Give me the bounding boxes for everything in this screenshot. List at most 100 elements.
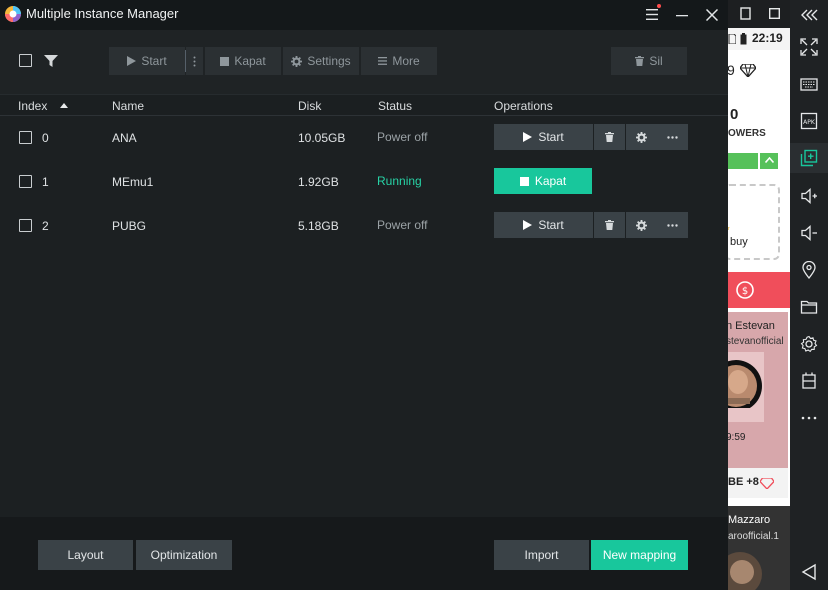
instance-more-button[interactable] — [657, 212, 688, 238]
row-name: MEmu1 — [112, 175, 154, 189]
header-status: Status — [378, 99, 413, 113]
emulator-title-bar — [728, 0, 790, 28]
screenshot-button[interactable] — [790, 366, 828, 396]
app-logo-icon — [5, 6, 21, 22]
minimize-button[interactable] — [671, 4, 693, 26]
profile-time: 9:59 — [728, 432, 746, 443]
profile-handle: stevanofficial — [728, 336, 784, 347]
crop-icon — [802, 372, 816, 389]
row-checkbox[interactable] — [19, 175, 32, 188]
avatar — [728, 552, 762, 590]
profile-footer: BE +8 — [728, 468, 788, 498]
row-checkbox[interactable] — [19, 219, 32, 232]
avatar — [728, 360, 762, 408]
play-icon — [127, 56, 137, 66]
row-status: Power off — [377, 218, 428, 232]
followers-count: 0 — [730, 106, 739, 123]
delete-button[interactable]: Sil — [611, 47, 687, 75]
coin-icon: $ — [736, 281, 754, 299]
profile-card[interactable]: Mazzaro aroofficial.1 — [728, 506, 790, 590]
filter-icon[interactable] — [44, 55, 58, 67]
profile-handle: aroofficial.1 — [728, 531, 779, 542]
optimization-button[interactable]: Optimization — [136, 540, 232, 570]
row-index: 2 — [42, 219, 49, 233]
location-pin-icon — [802, 261, 816, 279]
back-button[interactable] — [790, 557, 828, 587]
buy-label: buy — [730, 236, 748, 248]
gear-icon — [800, 335, 818, 353]
volume-down-button[interactable] — [790, 218, 828, 248]
layout-button[interactable]: Layout — [38, 540, 133, 570]
profile-card[interactable]: n Estevan stevanofficial 9:59 BE +8 — [728, 312, 788, 498]
promo-card[interactable] — [728, 184, 780, 260]
notification-dot — [657, 4, 661, 8]
pin-icon[interactable] — [740, 7, 751, 20]
new-mapping-button[interactable]: New mapping — [591, 540, 688, 570]
kapat-button[interactable]: Kapat — [494, 168, 592, 194]
android-screen[interactable]: 9 0 OWERS r buy $ n Estevan stevanoffici… — [728, 50, 790, 590]
table-row: 0 ANA 10.05GB Power off Start — [0, 116, 728, 160]
profile-badge: BE +8 — [728, 476, 759, 488]
window-title: Multiple Instance Manager — [26, 6, 179, 21]
row-name: ANA — [112, 131, 137, 145]
start-all-label: Start — [141, 54, 167, 68]
keyboard-button[interactable] — [790, 69, 828, 99]
start-button[interactable]: Start — [494, 124, 593, 150]
collapse-sidebar-button[interactable] — [790, 0, 828, 30]
expand-button[interactable] — [760, 153, 778, 169]
more-tools-button[interactable] — [790, 403, 828, 433]
sort-ascending-icon[interactable] — [60, 103, 68, 108]
followers-label: OWERS — [728, 128, 766, 139]
row-index: 1 — [42, 175, 49, 189]
settings-label: Settings — [307, 54, 351, 68]
sim-icon — [728, 34, 736, 44]
instance-more-button[interactable] — [657, 124, 688, 150]
more-button[interactable]: More — [361, 47, 437, 75]
folder-icon — [800, 300, 818, 314]
delete-instance-button[interactable] — [594, 212, 625, 238]
fullscreen-button[interactable] — [790, 32, 828, 62]
apk-icon: APK — [800, 112, 818, 130]
volume-up-button[interactable] — [790, 181, 828, 211]
list-icon — [378, 57, 388, 65]
delete-instance-button[interactable] — [594, 124, 625, 150]
kapat-all-button[interactable]: Kapat — [205, 47, 281, 75]
menu-button[interactable] — [641, 4, 663, 26]
instance-settings-button[interactable] — [626, 124, 657, 150]
header-index[interactable]: Index — [18, 99, 47, 113]
progress-bar — [728, 153, 758, 169]
shared-folder-button[interactable] — [790, 292, 828, 322]
kapat-label: Kapat — [534, 174, 567, 188]
location-button[interactable] — [790, 255, 828, 285]
start-button[interactable]: Start — [494, 212, 593, 238]
start-label: Start — [538, 130, 564, 144]
start-options-button[interactable] — [186, 47, 203, 75]
import-button[interactable]: Import — [494, 540, 589, 570]
row-checkbox[interactable] — [19, 131, 32, 144]
battery-icon — [740, 33, 747, 45]
trash-icon — [635, 56, 645, 66]
start-all-button[interactable]: Start — [109, 47, 185, 75]
header-name: Name — [112, 99, 145, 113]
emulator-settings-button[interactable] — [790, 329, 828, 359]
double-chevron-left-icon — [801, 9, 818, 21]
settings-button[interactable]: Settings — [283, 47, 359, 75]
instance-manager-window: Multiple Instance Manager Start Kapat Se… — [0, 0, 728, 590]
coin-count: 9 — [728, 62, 735, 78]
instance-settings-button[interactable] — [626, 212, 657, 238]
select-all-checkbox[interactable] — [19, 54, 32, 67]
multi-instance-button[interactable] — [790, 143, 828, 173]
emulator-sidebar: APK — [790, 0, 828, 590]
close-button[interactable] — [701, 4, 723, 26]
maximize-icon[interactable] — [769, 8, 780, 19]
svg-text:$: $ — [742, 286, 748, 297]
coins-banner[interactable]: $ — [728, 272, 790, 308]
minimize-icon — [676, 15, 688, 17]
gear-icon — [636, 131, 647, 143]
close-icon — [705, 8, 719, 22]
row-disk: 1.92GB — [298, 175, 339, 189]
apk-button[interactable]: APK — [790, 106, 828, 136]
gear-icon — [636, 219, 647, 231]
more-dots-icon — [667, 135, 678, 139]
chevron-up-icon — [764, 156, 774, 164]
